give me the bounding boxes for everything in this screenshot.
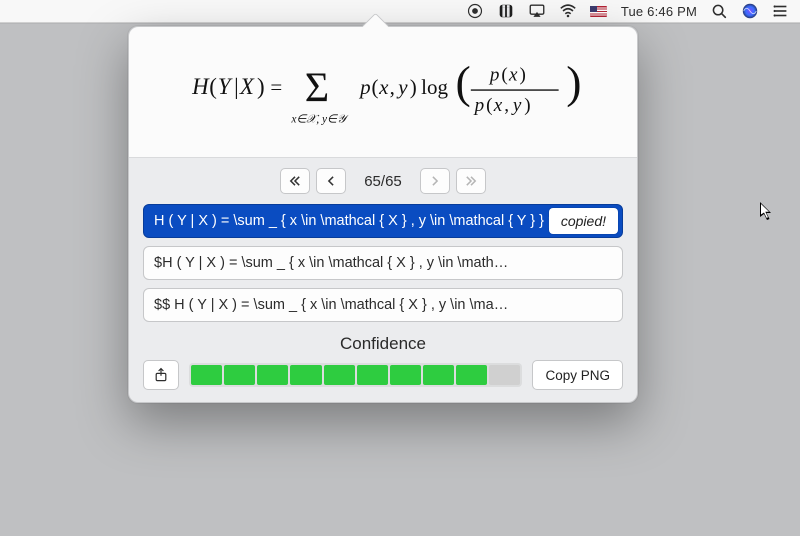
confidence-segment xyxy=(390,365,421,385)
confidence-section: Confidence Copy PNG xyxy=(129,330,637,402)
svg-text:H: H xyxy=(191,74,210,99)
svg-text:(: ( xyxy=(209,74,217,99)
svg-text:Y: Y xyxy=(218,74,233,99)
confidence-bar xyxy=(189,363,522,387)
confidence-segment xyxy=(357,365,388,385)
formula-preview: H ( Y | X ) = Σ x∈𝒳, y∈𝒴 p ( x , y ) log… xyxy=(129,27,637,158)
confidence-segment xyxy=(257,365,288,385)
result-text: $H ( Y | X ) = \sum _ { x \in \mathcal {… xyxy=(154,255,612,271)
menubar-clock[interactable]: Tue 6:46 PM xyxy=(621,4,697,19)
record-icon[interactable] xyxy=(466,2,484,20)
svg-text:p: p xyxy=(358,75,371,99)
airplay-icon[interactable] xyxy=(528,2,546,20)
page-prev-button[interactable] xyxy=(316,168,346,194)
result-row[interactable]: $H ( Y | X ) = \sum _ { x \in \mathcal {… xyxy=(143,246,623,280)
confidence-segment xyxy=(324,365,355,385)
svg-text:(: ( xyxy=(501,65,507,86)
svg-text:): ) xyxy=(410,75,417,99)
svg-text:x: x xyxy=(508,65,518,86)
page-last-button[interactable] xyxy=(456,168,486,194)
svg-text:log: log xyxy=(421,75,448,99)
svg-text:,: , xyxy=(390,75,395,99)
confidence-segment xyxy=(489,365,520,385)
svg-text:X: X xyxy=(239,74,255,99)
page-first-button[interactable] xyxy=(280,168,310,194)
confidence-segment xyxy=(191,365,222,385)
svg-text:x∈𝒳, y∈𝒴: x∈𝒳, y∈𝒴 xyxy=(290,114,349,126)
page-counter: 65/65 xyxy=(352,173,414,190)
notification-center-icon[interactable] xyxy=(772,2,790,20)
spotlight-icon[interactable] xyxy=(710,2,728,20)
results-list: H ( Y | X ) = \sum _ { x \in \mathcal { … xyxy=(129,200,637,330)
macos-menubar: Tue 6:46 PM xyxy=(0,0,800,23)
svg-text:=: = xyxy=(270,75,282,99)
svg-text:p: p xyxy=(473,95,485,116)
svg-text:y: y xyxy=(511,95,522,116)
svg-text:(: ( xyxy=(486,95,492,116)
svg-text:x: x xyxy=(378,75,389,99)
confidence-segment xyxy=(224,365,255,385)
copy-png-button[interactable]: Copy PNG xyxy=(532,360,623,390)
result-row[interactable]: H ( Y | X ) = \sum _ { x \in \mathcal { … xyxy=(143,204,623,238)
svg-text:): ) xyxy=(257,74,265,99)
confidence-segment xyxy=(290,365,321,385)
flag-icon[interactable] xyxy=(590,2,608,20)
copied-badge: copied! xyxy=(549,208,618,234)
svg-text:|: | xyxy=(234,74,239,99)
svg-text:(: ( xyxy=(456,57,471,108)
share-button[interactable] xyxy=(143,360,179,390)
result-row[interactable]: $$ H ( Y | X ) = \sum _ { x \in \mathcal… xyxy=(143,288,623,322)
app-icon[interactable] xyxy=(497,2,515,20)
svg-text:): ) xyxy=(520,65,526,86)
svg-text:p: p xyxy=(488,65,500,86)
confidence-segment xyxy=(423,365,454,385)
page-next-button[interactable] xyxy=(420,168,450,194)
wifi-icon[interactable] xyxy=(559,2,577,20)
confidence-segment xyxy=(456,365,487,385)
siri-icon[interactable] xyxy=(741,2,759,20)
svg-text:): ) xyxy=(524,95,530,116)
svg-text:Σ: Σ xyxy=(305,66,329,112)
svg-text:x: x xyxy=(493,95,503,116)
svg-text:,: , xyxy=(504,95,509,116)
svg-text:): ) xyxy=(566,57,581,108)
svg-text:y: y xyxy=(396,75,408,99)
mouse-cursor xyxy=(760,202,774,222)
result-text: $$ H ( Y | X ) = \sum _ { x \in \mathcal… xyxy=(154,297,612,313)
svg-text:(: ( xyxy=(372,75,379,99)
pager: 65/65 xyxy=(129,158,637,200)
confidence-title: Confidence xyxy=(143,334,623,354)
snip-panel: H ( Y | X ) = Σ x∈𝒳, y∈𝒴 p ( x , y ) log… xyxy=(128,26,638,403)
result-text: H ( Y | X ) = \sum _ { x \in \mathcal { … xyxy=(154,213,612,229)
